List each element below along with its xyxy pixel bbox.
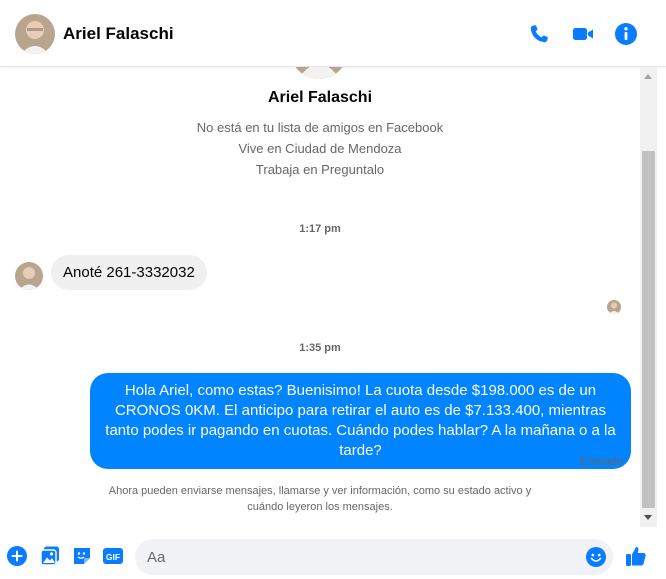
phone-icon[interactable] xyxy=(527,22,551,46)
info-icon[interactable] xyxy=(614,22,638,46)
thumbs-up-icon[interactable] xyxy=(624,544,648,568)
incoming-message[interactable]: Anoté 261-3332032 xyxy=(51,255,207,290)
seen-indicator-avatar xyxy=(607,300,621,314)
message-timestamp: 1:17 pm xyxy=(299,223,341,235)
photo-icon[interactable] xyxy=(39,545,61,567)
contact-avatar[interactable] xyxy=(15,14,55,54)
message-input[interactable] xyxy=(147,539,577,575)
sender-avatar[interactable] xyxy=(15,262,43,290)
sticker-icon[interactable] xyxy=(71,545,93,567)
gif-icon[interactable]: GIF xyxy=(102,545,124,567)
plus-icon[interactable] xyxy=(6,545,28,567)
chat-header: Ariel Falaschi xyxy=(0,0,666,67)
info-note: Ahora pueden enviarse mensajes, llamarse… xyxy=(108,485,532,513)
message-input-wrapper[interactable] xyxy=(135,539,613,575)
emoji-icon[interactable] xyxy=(585,546,607,568)
scrollbar-thumb[interactable] xyxy=(642,151,655,508)
scroll-up-arrow[interactable] xyxy=(644,74,652,79)
profile-location: Vive en Ciudad de Mendoza xyxy=(238,141,402,156)
outgoing-message[interactable]: Hola Ariel, como estas? Buenisimo! La cu… xyxy=(90,373,631,469)
message-timestamp: 1:35 pm xyxy=(299,342,341,354)
profile-name: Ariel Falaschi xyxy=(267,89,373,106)
profile-avatar[interactable] xyxy=(290,67,348,79)
scroll-down-arrow[interactable] xyxy=(644,515,652,520)
message-composer: GIF xyxy=(0,535,666,579)
gif-label: GIF xyxy=(106,552,120,562)
message-thread[interactable]: Ariel Falaschi No está en tu lista de am… xyxy=(0,67,640,527)
profile-work: Trabaja en Preguntalo xyxy=(255,162,385,177)
profile-friend-status: No está en tu lista de amigos en Faceboo… xyxy=(196,120,444,135)
scrollbar[interactable] xyxy=(640,67,657,527)
video-camera-icon[interactable] xyxy=(571,22,595,46)
sent-status: Enviado xyxy=(580,454,624,468)
contact-name[interactable]: Ariel Falaschi xyxy=(63,24,174,44)
